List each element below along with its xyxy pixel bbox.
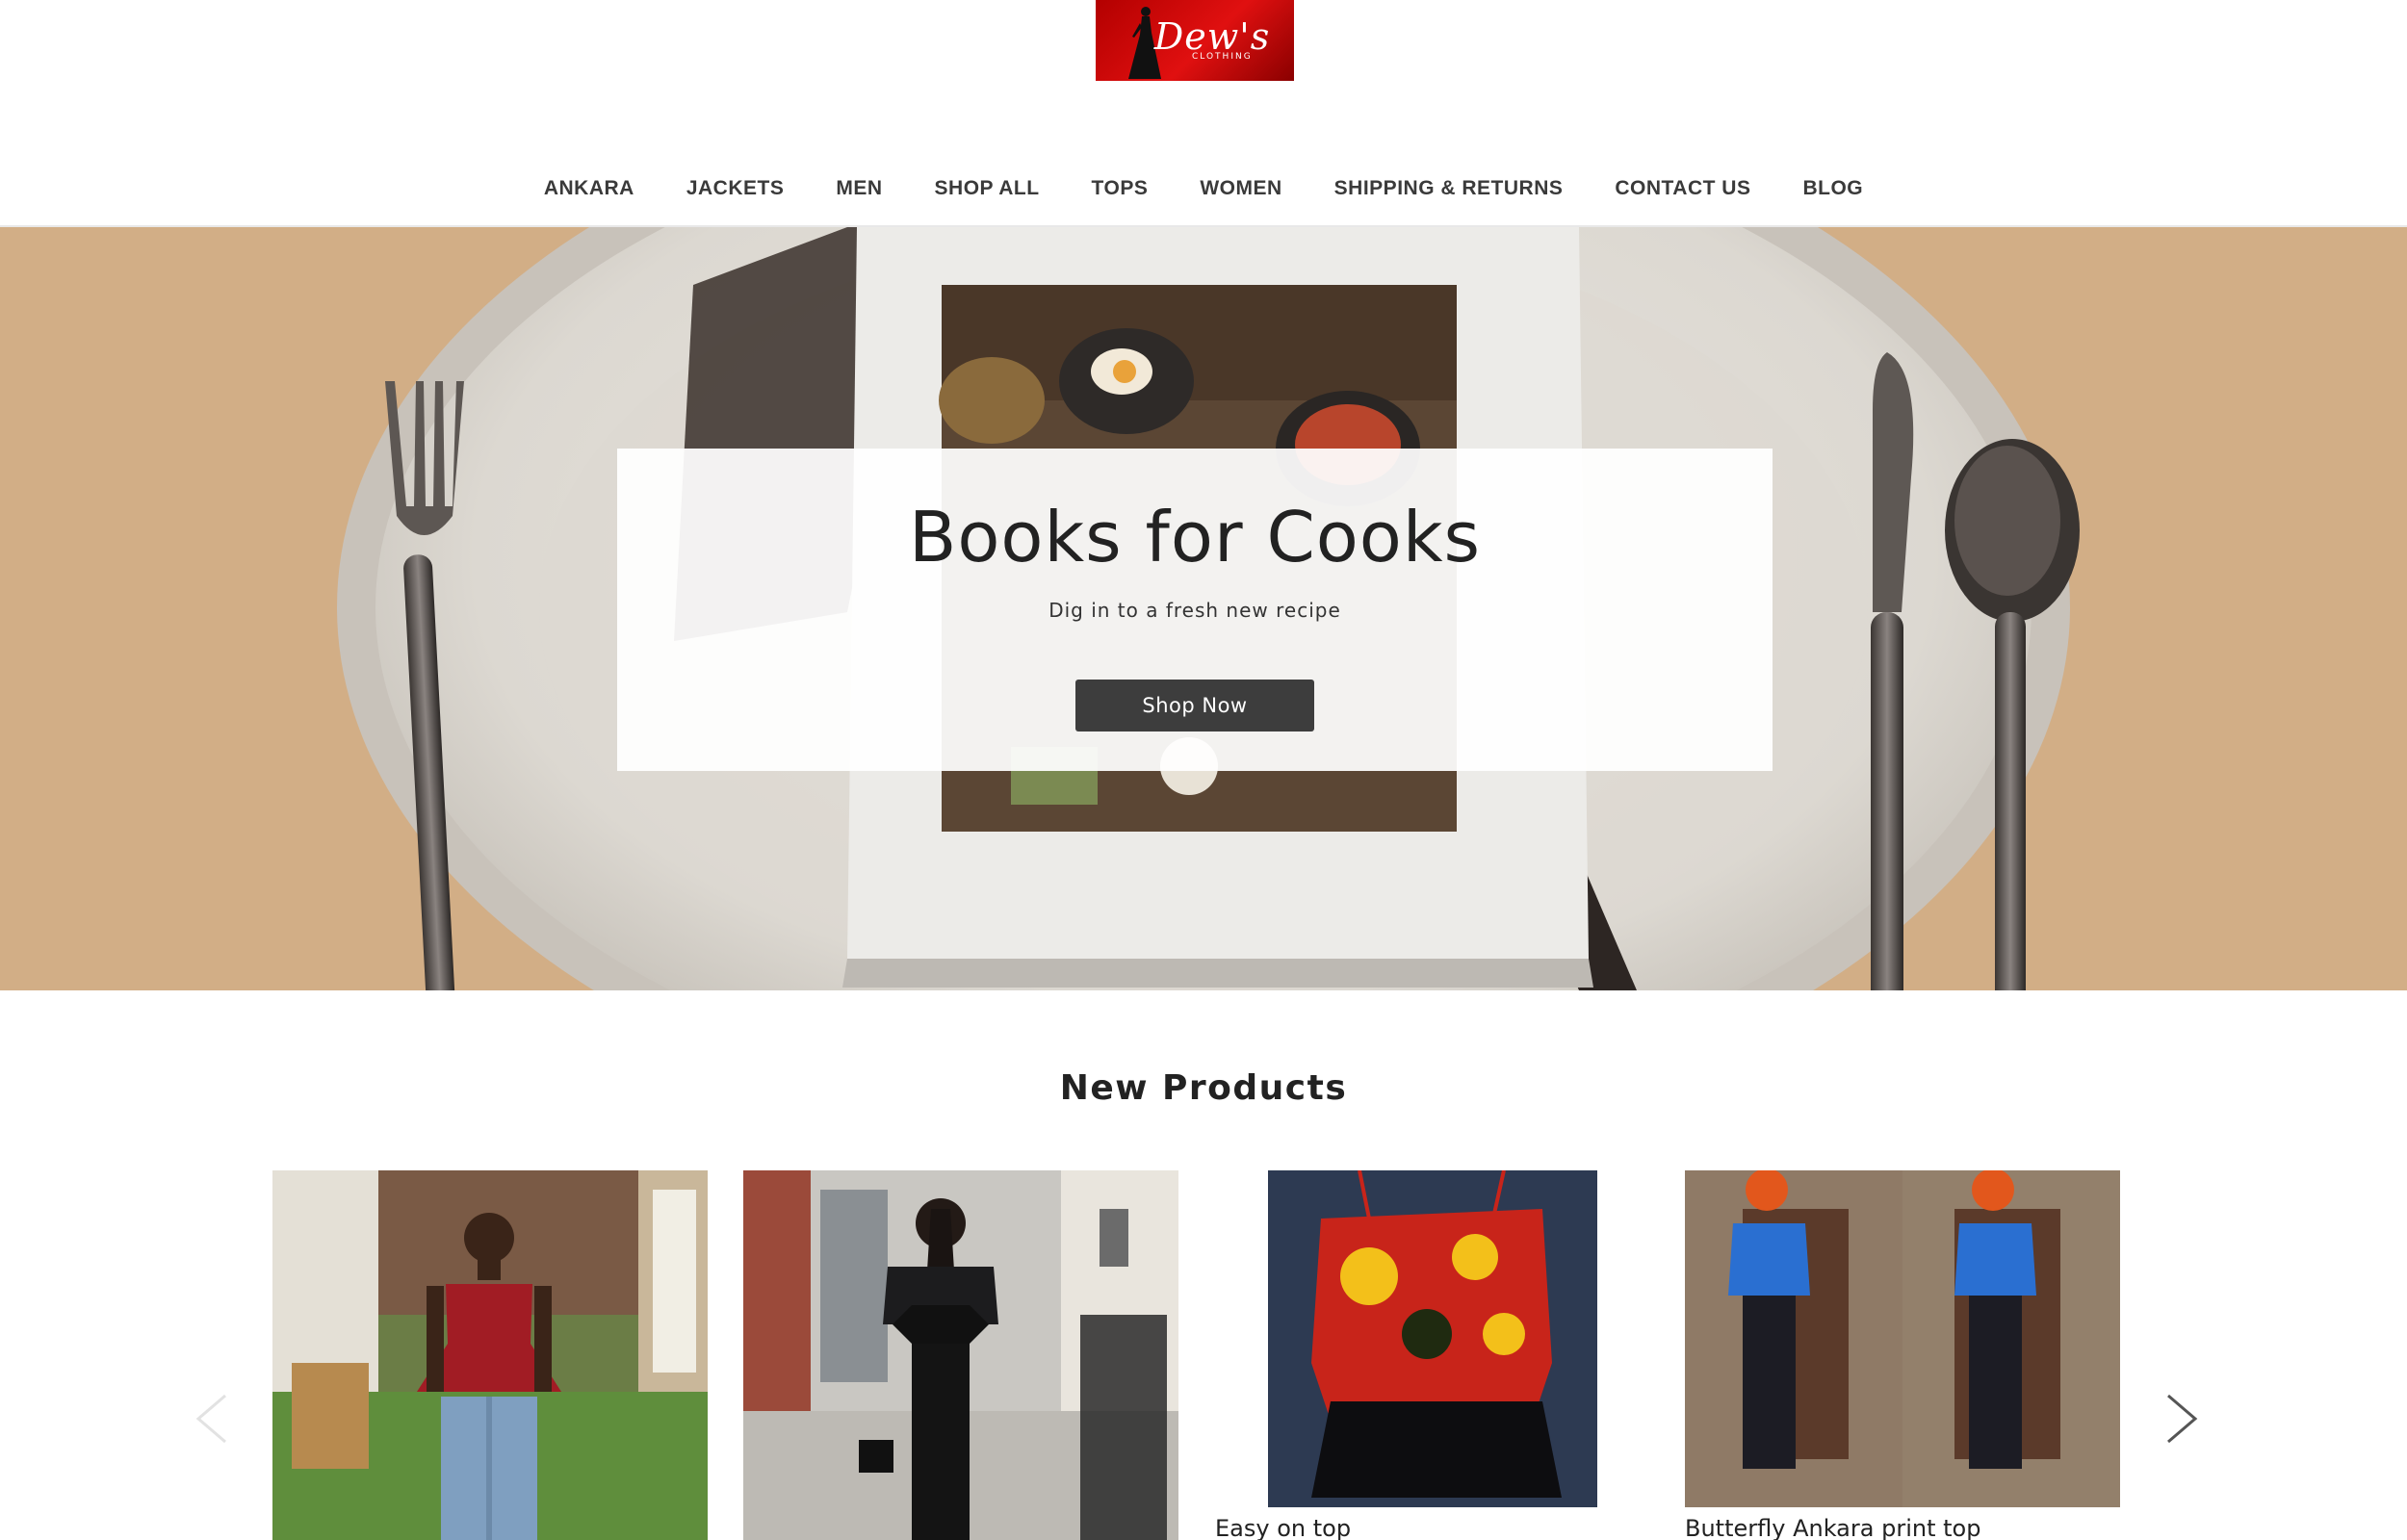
chevron-left-icon[interactable] [193, 1392, 231, 1446]
product-image [743, 1170, 1178, 1540]
product-name[interactable]: Easy on top [1215, 1515, 1351, 1540]
product-card[interactable]: Easy on top [1215, 1170, 1650, 1540]
nav-item-shop-all[interactable]: SHOP ALL [909, 177, 1066, 200]
nav-item-tops[interactable]: TOPS [1066, 177, 1175, 200]
nav-item-ankara[interactable]: ANKARA [518, 177, 660, 200]
product-card[interactable] [272, 1170, 708, 1540]
product-image [272, 1170, 708, 1540]
chevron-right-icon[interactable] [2162, 1392, 2201, 1446]
hero-caption: Books for Cooks Dig in to a fresh new re… [617, 449, 1773, 771]
new-products-heading: New Products [1059, 1068, 1348, 1108]
nav-item-women[interactable]: WOMEN [1174, 177, 1307, 200]
nav-item-contact-us[interactable]: CONTACT US [1589, 177, 1776, 200]
shop-now-button[interactable]: Shop Now [1075, 680, 1314, 732]
product-image [1215, 1170, 1650, 1540]
hero-title: Books for Cooks [908, 497, 1482, 578]
main-navigation: ANKARA JACKETS MEN SHOP ALL TOPS WOMEN S… [0, 164, 2407, 214]
logo-subtext: CLOTHING [1192, 52, 1253, 62]
nav-item-shipping-returns[interactable]: SHIPPING & RETURNS [1308, 177, 1590, 200]
product-name[interactable]: Butterfly Ankara print top [1685, 1515, 1980, 1540]
nav-item-jackets[interactable]: JACKETS [660, 177, 811, 200]
hero-subtitle: Dig in to a fresh new recipe [1048, 599, 1341, 622]
site-logo[interactable]: Dew's CLOTHING [1096, 0, 1294, 81]
product-card[interactable]: Butterfly Ankara print top [1685, 1170, 2120, 1540]
product-card[interactable] [743, 1170, 1178, 1540]
product-image [1685, 1170, 2120, 1540]
nav-item-blog[interactable]: BLOG [1776, 177, 1889, 200]
nav-item-men[interactable]: MEN [810, 177, 908, 200]
